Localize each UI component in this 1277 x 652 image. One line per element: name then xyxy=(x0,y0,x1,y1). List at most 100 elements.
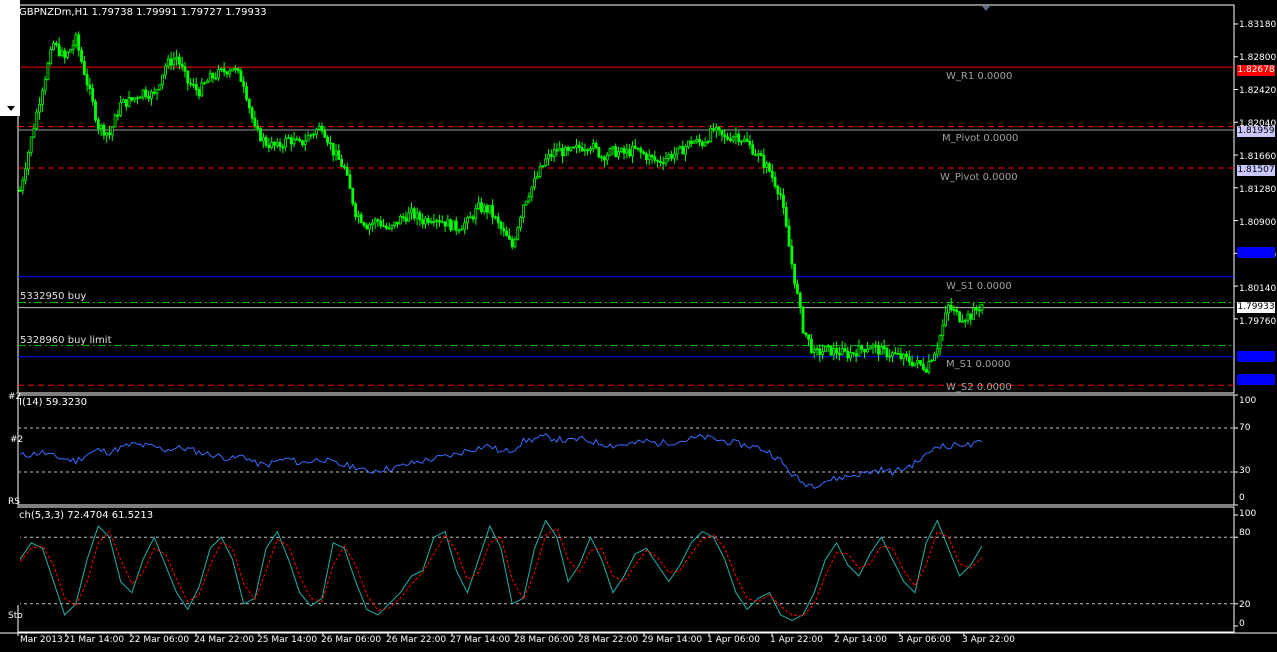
candle-body xyxy=(488,205,492,213)
candle-body xyxy=(692,141,696,144)
candle-body xyxy=(619,148,623,153)
candle-body xyxy=(236,68,240,72)
time-tick-label: 3 Apr 06:00 xyxy=(898,635,951,645)
candle-body xyxy=(762,155,766,168)
candle-body xyxy=(919,360,922,365)
candle-body xyxy=(513,238,517,248)
stoch-signal-line xyxy=(19,527,983,617)
candle-body xyxy=(452,220,455,231)
candle-body xyxy=(477,202,481,210)
candle-body xyxy=(823,345,827,353)
candle-body xyxy=(284,137,288,148)
candle-body xyxy=(329,142,332,145)
candle-body xyxy=(751,144,755,155)
candle-body xyxy=(541,165,545,168)
chart-canvas[interactable] xyxy=(0,0,1277,652)
candle-body xyxy=(208,73,212,82)
candle-body xyxy=(312,133,316,136)
candle-body xyxy=(871,344,875,349)
candle-body xyxy=(854,353,858,357)
candle-body xyxy=(474,208,478,220)
candle-body xyxy=(127,97,131,107)
candle-body xyxy=(790,245,794,265)
candle-body xyxy=(589,148,592,151)
price-tag-w-pivot: 1.81507 xyxy=(1237,165,1275,176)
candle-body xyxy=(110,126,114,136)
left-fragment-2: #2 xyxy=(10,435,24,445)
candle-body xyxy=(569,147,573,151)
candle-body xyxy=(586,149,590,152)
candle-body xyxy=(231,68,234,72)
candle-body xyxy=(684,146,687,155)
candle-body xyxy=(96,119,100,130)
candle-body xyxy=(810,338,813,353)
candle-body xyxy=(77,34,81,51)
candle-body xyxy=(205,80,209,84)
candle-body xyxy=(317,125,321,130)
candle-body xyxy=(63,50,67,58)
candle-body xyxy=(664,157,668,164)
candle-body xyxy=(113,114,117,128)
candle-body xyxy=(628,149,632,157)
candle-body xyxy=(712,128,715,131)
candle-body xyxy=(259,128,262,142)
candle-body xyxy=(695,138,699,143)
candle-body xyxy=(99,125,103,130)
price-tag-m-pivot: 1.81959 xyxy=(1237,126,1275,137)
candle-body xyxy=(650,154,654,158)
candle-body xyxy=(804,332,808,336)
candle-body xyxy=(424,218,427,225)
candle-body xyxy=(334,150,338,156)
candle-body xyxy=(446,219,450,227)
candle-body xyxy=(219,68,223,71)
candle-body xyxy=(166,58,170,67)
candle-body xyxy=(558,148,562,152)
candle-body xyxy=(575,144,578,148)
candle-body xyxy=(180,63,184,68)
time-tick-label: 3 Apr 22:00 xyxy=(962,635,1015,645)
candle-body xyxy=(980,303,984,311)
candle-body xyxy=(636,147,640,150)
candle-body xyxy=(74,34,78,46)
candle-body xyxy=(138,96,142,99)
candle-body xyxy=(639,148,643,153)
candle-body xyxy=(846,350,850,359)
time-tick-label: 25 Mar 14:00 xyxy=(257,635,318,645)
candle-body xyxy=(594,142,598,148)
candle-body xyxy=(686,140,690,148)
candle-body xyxy=(773,176,777,187)
candle-body xyxy=(667,154,671,159)
candle-body xyxy=(24,168,27,181)
candle-body xyxy=(273,141,276,146)
candle-body xyxy=(544,158,548,167)
time-tick-label: 29 Mar 14:00 xyxy=(642,635,703,645)
stoch-tick-label: 0 xyxy=(1239,619,1245,629)
candle-body xyxy=(631,145,634,157)
candle-body xyxy=(603,156,606,161)
candle-body xyxy=(130,97,134,101)
candle-body xyxy=(549,154,553,157)
candle-body xyxy=(368,224,371,230)
candle-body xyxy=(502,228,506,232)
candle-body xyxy=(147,95,151,99)
candle-body xyxy=(958,311,962,322)
stoch-main-line xyxy=(19,519,983,622)
candle-body xyxy=(734,133,738,138)
candle-body xyxy=(591,142,595,150)
candle-body xyxy=(921,363,925,370)
candle-body xyxy=(538,166,542,177)
chevron-down-icon[interactable] xyxy=(7,106,15,111)
candle-body xyxy=(765,163,769,168)
candle-body xyxy=(938,335,942,350)
candle-body xyxy=(379,220,383,227)
price-tick-label: 1.81660 xyxy=(1239,152,1277,162)
candle-body xyxy=(418,212,422,221)
candle-body xyxy=(214,77,218,80)
candle-body xyxy=(401,216,405,218)
candle-body xyxy=(622,148,626,154)
candle-body xyxy=(723,134,727,138)
candle-body xyxy=(396,221,399,225)
candle-body xyxy=(289,137,293,145)
candle-body xyxy=(533,177,536,188)
stoch-header: ch(5,3,3) 72.4704 61.5213 xyxy=(19,510,154,521)
